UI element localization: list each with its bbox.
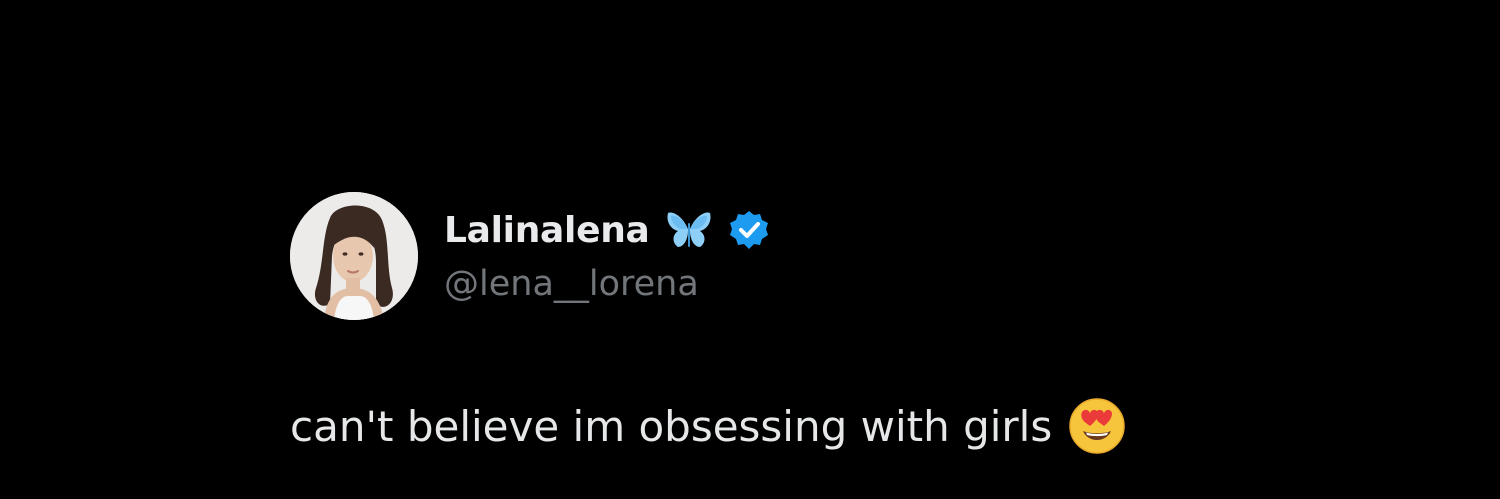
heart-eyes-emoji-icon [1068,397,1126,455]
author-name-row: Lalinalena [444,206,770,254]
verified-badge-icon[interactable] [728,209,770,251]
tweet-card: Lalinalena @lena__lorena can't believe i… [290,190,1190,470]
avatar[interactable] [290,192,418,320]
tweet-text: can't believe im obsessing with girls [290,401,1053,451]
butterfly-icon [666,209,712,251]
author-display-name[interactable]: Lalinalena [444,210,650,251]
tweet-body: can't believe im obsessing with girls [290,396,1126,456]
author-handle[interactable]: @lena__lorena [444,264,699,304]
